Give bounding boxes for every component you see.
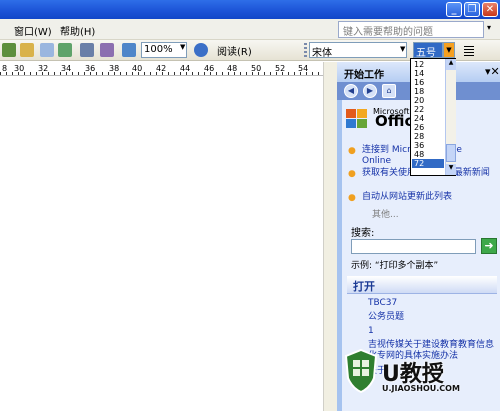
minimize-button[interactable]: _ (446, 2, 462, 17)
font-size-option[interactable]: 24 (412, 114, 444, 123)
bullet-icon: ● (348, 146, 356, 156)
forward-icon[interactable]: ▶ (363, 84, 377, 98)
menu-help[interactable]: 帮助(H) (60, 23, 95, 38)
task-pane-title: 开始工作 (344, 70, 384, 81)
font-size-option-selected[interactable]: 72 (412, 159, 444, 168)
toolbar-grip[interactable] (304, 43, 307, 58)
ruler-ticks (0, 72, 332, 75)
open-section-header: 打开 (347, 276, 497, 294)
font-size-option[interactable]: 36 (412, 141, 444, 150)
back-icon[interactable]: ◀ (344, 84, 358, 98)
font-size-option[interactable]: 12 (412, 60, 444, 69)
columns-icon[interactable] (80, 43, 94, 57)
bullet-icon: ● (348, 169, 356, 179)
font-size-select[interactable]: 五号 (413, 42, 443, 59)
shield-logo-icon (344, 348, 378, 394)
font-size-dropdown[interactable]: 12 14 16 18 20 22 24 26 28 36 48 72 ▲ ▼ (410, 58, 456, 176)
watermark: U教授 U.JIAOSHOU.COM (344, 348, 494, 408)
office-logo-icon (346, 109, 367, 128)
link-auto-update[interactable]: 自动从网站更新此列表 (362, 192, 492, 203)
search-label: 搜索: (351, 228, 375, 239)
research-icon[interactable] (20, 43, 34, 57)
excel-icon[interactable] (58, 43, 72, 57)
watermark-url: U.JIAOSHOU.COM (382, 384, 460, 393)
font-size-option[interactable]: 48 (412, 150, 444, 159)
search-input[interactable] (351, 239, 476, 254)
search-go-button[interactable]: ➜ (481, 238, 497, 254)
chevron-down-icon[interactable]: ▼ (180, 43, 185, 51)
document-area[interactable] (0, 76, 323, 411)
title-bar: _ ❐ ✕ (0, 0, 500, 19)
recent-file-link[interactable]: 公务员题 (368, 312, 404, 323)
table-icon[interactable] (40, 43, 54, 57)
scrollbar-thumb[interactable] (446, 144, 456, 162)
font-size-option[interactable]: 18 (412, 87, 444, 96)
close-icon[interactable]: ▾✕ (485, 65, 500, 78)
recent-file-link[interactable]: 1 (368, 326, 374, 337)
font-size-option[interactable]: 22 (412, 105, 444, 114)
font-size-option[interactable]: 14 (412, 69, 444, 78)
font-size-option[interactable]: 28 (412, 132, 444, 141)
reading-button[interactable]: 阅读(R) (217, 43, 252, 58)
chevron-down-icon[interactable]: ▾ (487, 23, 497, 35)
close-button[interactable]: ✕ (482, 2, 498, 17)
font-size-option[interactable]: 20 (412, 96, 444, 105)
help-search-input[interactable]: 键入需要帮助的问题 (338, 21, 484, 38)
chevron-up-icon[interactable]: ▲ (446, 59, 456, 70)
font-size-option[interactable]: 26 (412, 123, 444, 132)
link-other[interactable]: 其他... (372, 207, 399, 220)
open-section-title: 打开 (353, 280, 375, 293)
drawing-icon[interactable] (100, 43, 114, 57)
chevron-down-icon[interactable]: ▼ (400, 45, 405, 53)
horizontal-ruler: 8 30 32 34 36 38 40 42 44 46 48 50 52 54 (0, 62, 332, 76)
help-icon[interactable] (194, 43, 208, 57)
align-justify-icon[interactable] (462, 43, 476, 57)
permission-icon[interactable] (2, 43, 16, 57)
restore-button[interactable]: ❐ (464, 2, 480, 17)
office-logo: Microsoft Office (345, 106, 424, 130)
dropdown-scrollbar[interactable]: ▲ ▼ (445, 59, 456, 175)
chevron-down-icon[interactable]: ▼ (446, 164, 456, 175)
font-size-option[interactable]: 16 (412, 78, 444, 87)
menu-window[interactable]: 窗口(W) (14, 23, 52, 38)
home-icon[interactable]: ⌂ (382, 84, 396, 98)
search-example: 示例: “打印多个副本” (351, 261, 439, 271)
chevron-down-icon[interactable]: ▼ (443, 42, 455, 58)
font-name-select[interactable]: 宋体 (309, 42, 407, 59)
vertical-scrollbar[interactable] (323, 62, 337, 411)
bullet-icon: ● (348, 193, 356, 203)
doc-map-icon[interactable] (122, 43, 136, 57)
recent-file-link[interactable]: TBC37 (368, 298, 397, 309)
menu-bar: 窗口(W) 帮助(H) 键入需要帮助的问题 ▾ (0, 19, 500, 40)
